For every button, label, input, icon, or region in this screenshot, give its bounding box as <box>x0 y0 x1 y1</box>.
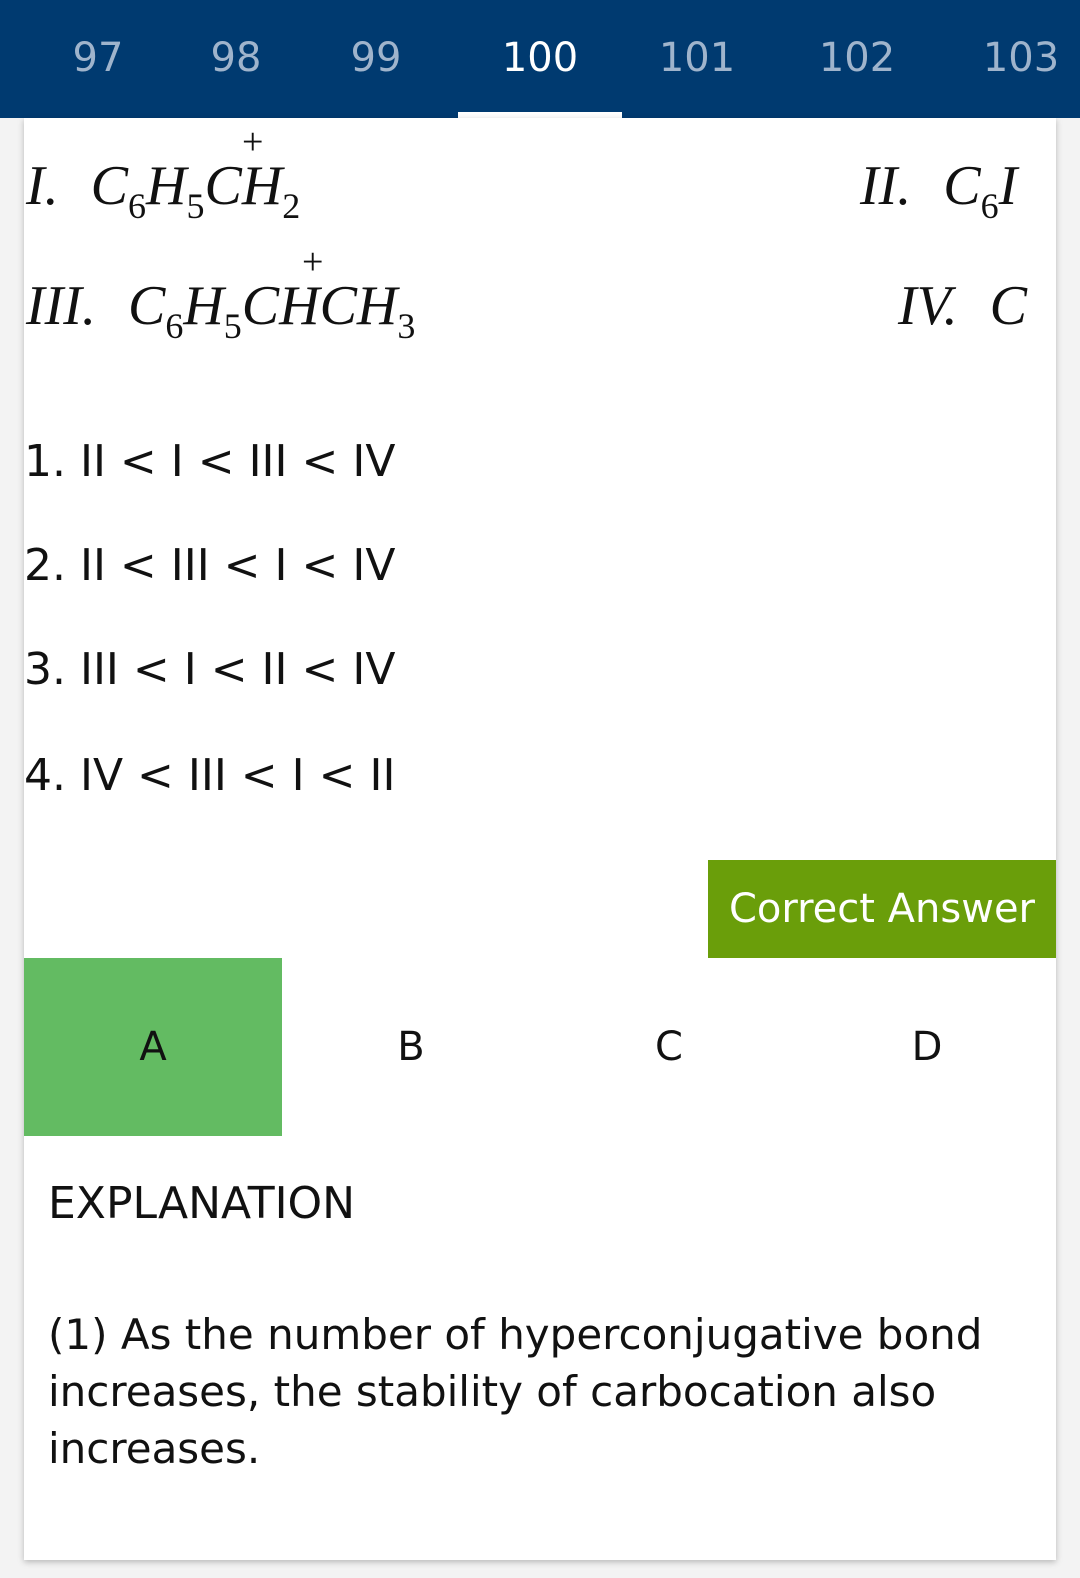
structure-1: I. C6H5CH2 <box>26 155 301 226</box>
structure-4: IV. C <box>898 275 1027 337</box>
question-tab-bar: 97 98 99 100 101 102 103 <box>0 0 1080 118</box>
option-3: 3. III < I < II < IV <box>24 644 396 695</box>
structure-2: II. C6I <box>860 155 1018 226</box>
option-4: 4. IV < III < I < II <box>24 750 396 801</box>
explanation-title: EXPLANATION <box>48 1178 356 1229</box>
answer-a-button[interactable]: A <box>24 958 282 1136</box>
option-1: 1. II < I < III < IV <box>24 436 396 487</box>
tab-102[interactable]: 102 <box>792 0 922 118</box>
tab-97[interactable]: 97 <box>40 0 156 118</box>
correct-answer-button[interactable]: Correct Answer <box>708 860 1056 958</box>
positive-charge-3: + <box>302 241 324 283</box>
option-2: 2. II < III < I < IV <box>24 540 396 591</box>
answer-d-button[interactable]: D <box>798 958 1056 1136</box>
tab-103[interactable]: 103 <box>956 0 1080 118</box>
answer-b-button[interactable]: B <box>282 958 540 1136</box>
tab-100[interactable]: 100 <box>458 0 622 118</box>
explanation-text: (1) As the number of hyperconjugative bo… <box>48 1310 983 1473</box>
positive-charge-1: + <box>242 121 264 163</box>
tab-99[interactable]: 99 <box>318 0 434 118</box>
tab-98[interactable]: 98 <box>178 0 294 118</box>
question-card: I. C6H5CH2 + II. C6I III. C6H5CHCH3 + IV… <box>24 118 1056 1560</box>
tab-101[interactable]: 101 <box>632 0 762 118</box>
answer-c-button[interactable]: C <box>540 958 798 1136</box>
structure-3: III. C6H5CHCH3 <box>26 275 416 346</box>
